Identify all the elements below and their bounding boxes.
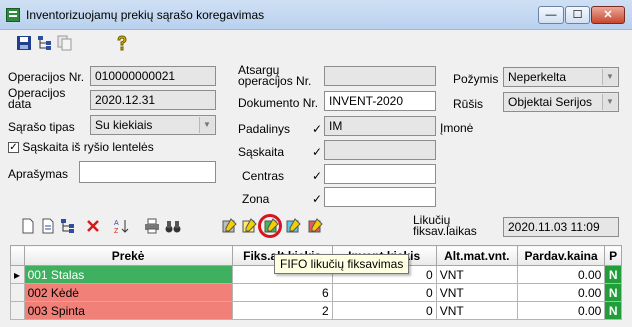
maximize-icon: ☐ <box>572 9 583 21</box>
zona-label: Zona <box>242 192 270 206</box>
operacijos-nr-field[interactable]: 010000000021 <box>90 66 216 86</box>
cell-p[interactable]: N <box>604 301 622 320</box>
saskaita-checkbox[interactable]: ✓ Sąskaita iš ryšio lentelės <box>8 140 154 154</box>
checkbox-box: ✓ <box>8 142 19 154</box>
cell-preke[interactable]: 003 Spinta <box>23 301 233 320</box>
cell-fiks[interactable]: 6 <box>231 283 333 302</box>
fifo-red-icon[interactable] <box>307 218 323 234</box>
help-icon[interactable] <box>114 35 130 51</box>
rusis-value: Objektai Serijos <box>508 95 593 109</box>
zona-check-icon: ✓ <box>312 192 323 206</box>
chevron-down-icon: ▼ <box>602 69 617 85</box>
highlight-circle <box>258 214 282 238</box>
svg-text:Z: Z <box>114 228 119 234</box>
aprasymas-label: Aprašymas <box>8 167 69 181</box>
likuciu-fiksav-label: Likučių fiksav.laikas <box>413 213 477 238</box>
row-indicator-cell <box>10 283 25 302</box>
centras-check-icon: ✓ <box>312 169 323 183</box>
row-indicator-icon: ▸ <box>10 265 25 284</box>
operacijos-nr-label: Operacijos Nr. <box>8 70 85 84</box>
centras-field[interactable] <box>324 164 436 184</box>
centras-label: Centras <box>242 169 285 183</box>
atsargu-operacijos-nr-field[interactable] <box>324 66 436 86</box>
rusis-label: Rūšis <box>453 97 484 111</box>
delete-icon[interactable] <box>85 218 101 234</box>
cell-p[interactable]: N <box>604 265 622 284</box>
fifo-yellow-icon[interactable] <box>241 218 257 234</box>
cell-invent[interactable]: 0 <box>331 301 437 320</box>
zona-field[interactable] <box>324 187 436 207</box>
cell-vnt[interactable]: VNT <box>435 283 518 302</box>
svg-text:A: A <box>114 220 119 227</box>
padalinys-label: Padalinys <box>238 122 291 136</box>
dokumento-nr-field[interactable]: INVENT-2020 <box>324 91 436 111</box>
operacijos-data-label: Operacijos data <box>8 86 66 111</box>
rusis-select[interactable]: Objektai Serijos ▼ <box>503 92 619 112</box>
fifo-cyan-icon[interactable] <box>285 218 301 234</box>
print-icon[interactable] <box>144 218 160 234</box>
fifo-tooltip: FIFO likučių fiksavimas <box>274 254 410 274</box>
maximize-button[interactable]: ☐ <box>565 6 590 24</box>
likuciu-fiksav-field[interactable]: 2020.11.03 11:09 <box>503 217 619 237</box>
chevron-down-icon: ▼ <box>199 117 214 133</box>
save-icon[interactable] <box>16 35 32 51</box>
cell-p[interactable]: N <box>604 283 622 302</box>
saraso-tipas-label: Sąrašo tipas <box>8 120 75 134</box>
top-toolbar <box>0 31 632 55</box>
copy-icon[interactable] <box>57 35 73 51</box>
saskaita-checkbox-label: Sąskaita iš ryšio lentelės <box>22 140 154 154</box>
app-icon <box>6 8 20 22</box>
col-p[interactable]: P <box>604 245 622 266</box>
cell-vnt[interactable]: VNT <box>435 301 518 320</box>
saskaita-check-icon: ✓ <box>312 145 323 159</box>
chevron-down-icon: ▼ <box>602 94 617 110</box>
binoculars-icon[interactable] <box>165 218 181 234</box>
edit-doc-icon[interactable] <box>40 218 56 234</box>
new-doc-icon[interactable] <box>20 218 36 234</box>
saskaita-field[interactable] <box>324 140 436 160</box>
window-title: Inventorizuojamų prekių sąrašo koregavim… <box>26 8 265 22</box>
padalinys-name: Įmonė <box>440 121 474 135</box>
close-icon: ✕ <box>603 9 613 21</box>
minimize-icon: — <box>545 9 557 21</box>
fifo-gray-icon[interactable] <box>221 218 237 234</box>
padalinys-check-icon: ✓ <box>312 122 323 136</box>
close-button[interactable]: ✕ <box>591 6 625 24</box>
cell-vnt[interactable]: VNT <box>435 265 518 284</box>
cell-kaina[interactable]: 0.00 <box>516 265 606 284</box>
sort-az-icon[interactable]: AZ <box>113 218 129 234</box>
cell-preke[interactable]: 001 Stalas <box>23 265 233 284</box>
cell-kaina[interactable]: 0.00 <box>516 283 606 302</box>
operacijos-data-field[interactable]: 2020.12.31 <box>90 90 216 110</box>
saraso-tipas-select[interactable]: Su kiekiais ▼ <box>90 115 216 135</box>
col-pardav-kaina[interactable]: Pardav.kaina <box>516 245 606 266</box>
row-indicator-cell <box>10 301 25 320</box>
pozymis-select[interactable]: Neperkelta ▼ <box>503 67 619 87</box>
cell-kaina[interactable]: 0.00 <box>516 301 606 320</box>
pozymis-label: Požymis <box>453 72 499 86</box>
pozymis-value: Neperkelta <box>508 70 567 84</box>
dokumento-nr-label: Dokumento Nr. <box>238 96 319 110</box>
saskaita-label: Sąskaita <box>238 145 285 159</box>
aprasymas-field[interactable] <box>79 161 216 183</box>
title-bar: Inventorizuojamų prekių sąrašo koregavim… <box>0 0 632 30</box>
tree-add-icon[interactable] <box>60 218 76 234</box>
padalinys-field[interactable]: IM <box>324 116 436 136</box>
col-preke[interactable]: Prekė <box>23 245 233 266</box>
row-indicator-header <box>10 245 25 266</box>
table-row[interactable]: 002 Kėdė 6 0 VNT 0.00 N <box>10 283 622 302</box>
tree-add-icon[interactable] <box>37 35 53 51</box>
cell-fiks[interactable]: 2 <box>231 301 333 320</box>
cell-preke[interactable]: 002 Kėdė <box>23 283 233 302</box>
atsargu-operacijos-nr-label: Atsargų operacijos Nr. <box>238 63 312 88</box>
saraso-tipas-value: Su kiekiais <box>95 118 153 132</box>
table-row[interactable]: 003 Spinta 2 0 VNT 0.00 N <box>10 301 622 320</box>
col-alt-mat-vnt[interactable]: Alt.mat.vnt. <box>435 245 518 266</box>
minimize-button[interactable]: — <box>538 6 564 24</box>
cell-invent[interactable]: 0 <box>331 283 437 302</box>
